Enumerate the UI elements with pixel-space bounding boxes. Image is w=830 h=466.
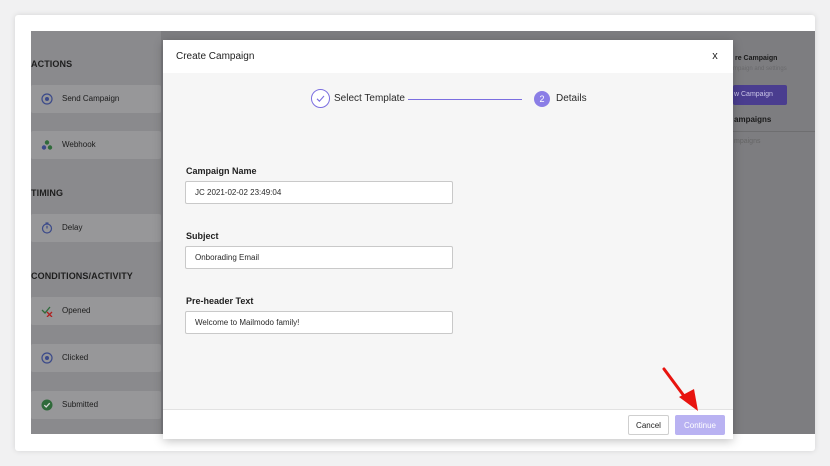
step-details-number: 2: [534, 91, 550, 107]
new-campaign-button[interactable]: w Campaign: [733, 85, 787, 105]
subject-input[interactable]: [185, 246, 453, 269]
timer-icon: [41, 222, 53, 234]
campaign-name-input[interactable]: [185, 181, 453, 204]
modal-title: Create Campaign: [176, 51, 255, 62]
sidebar-item-delay[interactable]: Delay: [31, 214, 161, 242]
create-campaign-modal: Create Campaign x Select Template 2 Deta…: [163, 40, 733, 439]
sidebar-item-clicked[interactable]: Clicked: [31, 344, 161, 372]
sidebar-item-send-campaign[interactable]: Send Campaign: [31, 85, 161, 113]
right-panel-title: re Campaign: [735, 55, 778, 62]
continue-button[interactable]: Continue: [675, 415, 725, 435]
webhook-icon: [41, 140, 53, 150]
sidebar-item-label: Clicked: [62, 353, 89, 362]
section-title-timing: TIMING: [31, 188, 64, 198]
sidebar-item-opened[interactable]: Opened: [31, 297, 161, 325]
subject-label: Subject: [186, 231, 219, 241]
campaign-name-label: Campaign Name: [186, 166, 257, 176]
checkmark-icon: [316, 95, 325, 103]
sidebar-item-submitted[interactable]: Submitted: [31, 391, 161, 419]
sidebar-item-webhook[interactable]: Webhook: [31, 131, 161, 159]
right-panel: re Campaign mpaign and settings w Campai…: [733, 31, 815, 434]
step-select-template-label[interactable]: Select Template: [334, 93, 405, 104]
sidebar-item-label: Delay: [62, 223, 83, 232]
modal-body: Select Template 2 Details Campaign Name …: [163, 73, 733, 409]
section-title-actions: ACTIONS: [31, 59, 73, 69]
step-select-template-indicator[interactable]: [311, 89, 330, 108]
campaigns-heading: ampaigns: [734, 115, 772, 124]
cancel-button[interactable]: Cancel: [628, 415, 669, 435]
divider: [733, 131, 815, 132]
clicked-icon: [41, 352, 53, 364]
modal-footer: Cancel Continue: [163, 409, 733, 439]
sidebar-item-label: Opened: [62, 306, 91, 315]
send-campaign-icon: [41, 93, 53, 105]
preheader-label: Pre-header Text: [186, 296, 254, 306]
step-details-label: Details: [556, 93, 587, 104]
sidebar-item-label: Submitted: [62, 400, 99, 409]
opened-icon: [41, 306, 53, 317]
sidebar: ACTIONS Send Campaign Webhook TIMING Del…: [31, 31, 161, 434]
sidebar-item-label: Webhook: [62, 140, 96, 149]
right-panel-subtitle: mpaign and settings: [733, 66, 787, 72]
sidebar-item-label: Send Campaign: [62, 94, 120, 103]
screenshot-frame: ACTIONS Send Campaign Webhook TIMING Del…: [15, 15, 815, 451]
campaigns-placeholder: mpaigns: [734, 138, 761, 145]
modal-header: Create Campaign x: [163, 40, 733, 73]
check-circle-icon: [41, 399, 53, 411]
section-title-conditions: CONDITIONS/ACTIVITY: [31, 271, 133, 281]
stepper: Select Template 2 Details: [163, 73, 733, 123]
step-connector: [408, 99, 522, 100]
preheader-input[interactable]: [185, 311, 453, 334]
close-button[interactable]: x: [708, 49, 722, 63]
